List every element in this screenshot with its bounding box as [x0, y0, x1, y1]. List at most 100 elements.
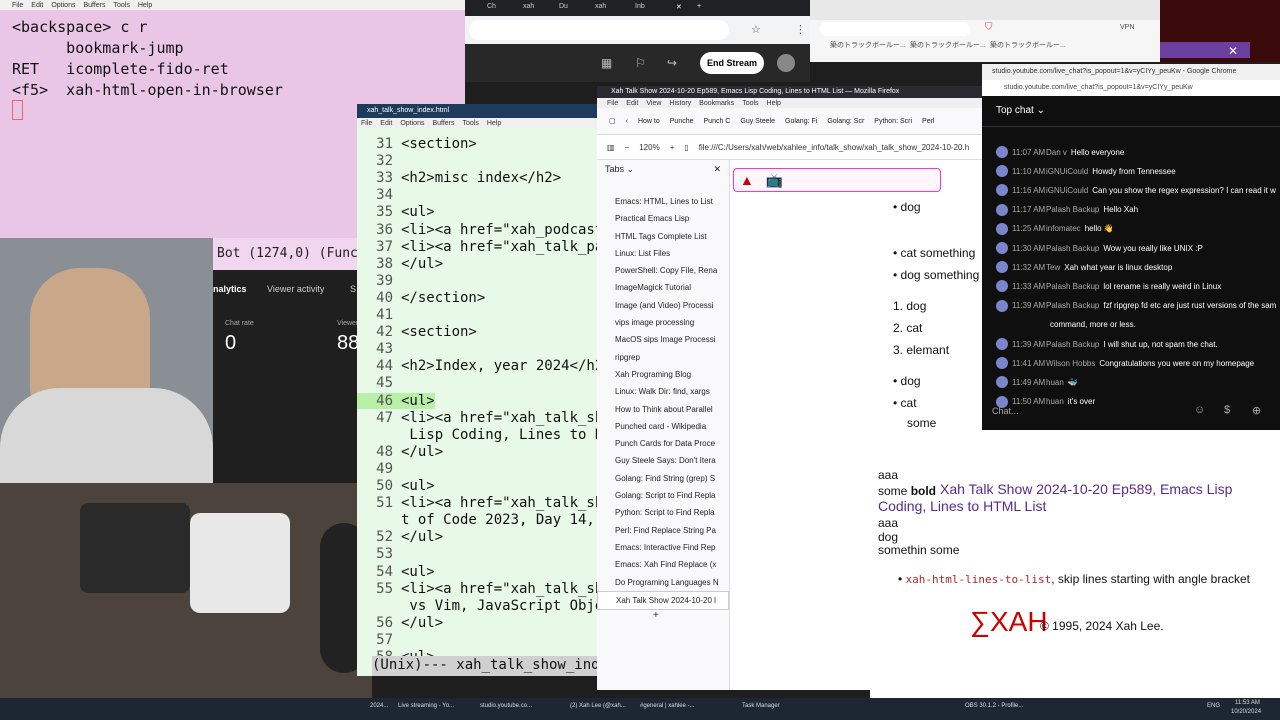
- chat-message[interactable]: 11:39 AM Palash Backup I will shut up, not…: [996, 338, 1218, 350]
- menu-dots-icon[interactable]: ⋮: [795, 23, 806, 36]
- tab-github[interactable]: Ch: [487, 3, 496, 10]
- tab-du[interactable]: Du: [559, 3, 568, 10]
- bookmark-item[interactable]: How to: [638, 118, 660, 125]
- brave-address[interactable]: [820, 22, 970, 36]
- bookmark-item[interactable]: Python: Scri: [874, 118, 912, 125]
- sidebar-tab-item[interactable]: Golang: Script to Find Repla: [597, 487, 729, 504]
- taskbar-item[interactable]: Task Manager: [742, 703, 780, 709]
- bookmark-item[interactable]: Golang: Scr: [827, 118, 864, 125]
- sidebar-tab-item[interactable]: Linux: List Files: [597, 245, 729, 262]
- clock-time[interactable]: 11:53 AM: [1235, 700, 1260, 706]
- xah-logo[interactable]: ∑XAH: [970, 606, 1048, 638]
- sidebar-tab-item[interactable]: Xah Talk Show 2024-10-20 l: [597, 590, 729, 611]
- menu-view[interactable]: View: [646, 100, 661, 107]
- sidebar-tab-item[interactable]: Xah Programing Blog: [597, 366, 729, 383]
- bookmark-item[interactable]: Golang: Fi: [785, 118, 817, 125]
- vpn-badge[interactable]: VPN: [1120, 24, 1134, 31]
- tabs-sidebar-header[interactable]: Tabs ⌄ ✕: [597, 160, 729, 179]
- address-input[interactable]: [469, 20, 729, 40]
- sidebar-tab-item[interactable]: Guy Steele Says: Don't Itera: [597, 452, 729, 469]
- tab-viewer-activity[interactable]: Viewer activity: [267, 284, 324, 294]
- menu-edit[interactable]: Edit: [31, 2, 43, 9]
- sidebar-tab-item[interactable]: Python: Script to Find Repla: [597, 504, 729, 521]
- menu-help[interactable]: Help: [767, 100, 781, 107]
- url-input[interactable]: file:///C:/Users/xah/web/xahlee_info/tal…: [699, 143, 969, 152]
- sidebar-tab-item[interactable]: Punched card - Wikipedia: [597, 418, 729, 435]
- menu-help[interactable]: Help: [138, 2, 152, 9]
- close-icon[interactable]: ✕: [1228, 44, 1238, 58]
- chat-message[interactable]: 11:10 AM iGNUiCould Howdy from Tennessee: [996, 165, 1176, 178]
- bookmark-item[interactable]: 築のトラックボールー...: [830, 40, 906, 50]
- sidebar-tab-item[interactable]: Punch Cards for Data Proce: [597, 435, 729, 452]
- menu-tools[interactable]: Tools: [463, 120, 479, 127]
- sidebar-tab-item[interactable]: HTML Tags Complete List: [597, 228, 729, 245]
- back-icon[interactable]: ‹: [626, 118, 628, 125]
- page-link[interactable]: Coding, Lines to HTML List: [878, 498, 1046, 514]
- bookmark-item[interactable]: 築のトラックボールー...: [990, 40, 1066, 50]
- menu-help[interactable]: Help: [487, 120, 501, 127]
- sidebar-tab-item[interactable]: Emacs: Interactive Find Rep: [597, 539, 729, 556]
- chat-message[interactable]: command, more or less.: [996, 319, 1136, 331]
- sidebar-tab-item[interactable]: Golang: Find String (grep) S: [597, 470, 729, 487]
- share-icon[interactable]: ↪: [667, 56, 677, 70]
- top-chat-dropdown[interactable]: Top chat ⌄: [982, 96, 1280, 127]
- taskbar-item[interactable]: 2024...: [370, 703, 388, 709]
- bookmark-icon[interactable]: ⚐: [635, 56, 646, 70]
- bookmark-item[interactable]: Guy Steele: [740, 118, 775, 125]
- sidebar-tab-item[interactable]: Emacs: Xah Find Replace (x: [597, 556, 729, 573]
- sidebar-tab-item[interactable]: vips image processing: [597, 314, 729, 331]
- sidebar-tab-item[interactable]: Linux: Walk Dir: find, xargs: [597, 383, 729, 400]
- tab-other[interactable]: S: [350, 284, 356, 294]
- clock-date[interactable]: 10/20/2024: [1231, 709, 1261, 715]
- page-link[interactable]: Xah Talk Show 2024-10-20 Ep589, Emacs Li…: [940, 481, 1232, 497]
- bookmark-item[interactable]: Perl: [922, 118, 934, 125]
- menu-tools[interactable]: Tools: [114, 2, 130, 9]
- chat-message[interactable]: 11:07 AM Dan v Hello everyone: [996, 146, 1124, 158]
- menu-bookmarks[interactable]: Bookmarks: [699, 100, 734, 107]
- menu-history[interactable]: History: [669, 100, 691, 107]
- menu-file[interactable]: File: [607, 100, 618, 107]
- emoji-icon[interactable]: ☺: [1194, 404, 1205, 416]
- chat-input[interactable]: Chat...: [992, 400, 1192, 422]
- taskbar-item[interactable]: #general | xahlee -...: [640, 703, 695, 709]
- tab-inbox[interactable]: Inb: [635, 3, 645, 10]
- avatar[interactable]: [777, 54, 795, 72]
- zoom-out-icon[interactable]: −: [625, 143, 630, 152]
- menu-tools[interactable]: Tools: [742, 100, 758, 107]
- zoom-level[interactable]: 120%: [639, 143, 659, 152]
- menu-edit[interactable]: Edit: [380, 120, 392, 127]
- tab-analytics[interactable]: nalytics: [213, 284, 247, 294]
- sidebar-toggle-icon[interactable]: ▢: [609, 117, 616, 125]
- sidebar-tab-item[interactable]: How to Think about Parallel: [597, 401, 729, 418]
- chat-message[interactable]: 11:16 AM iGNUiCould Can you show the regex…: [996, 184, 1276, 197]
- sidebar-tab-item[interactable]: MacOS sips Image Processi: [597, 331, 729, 348]
- menu-buffers[interactable]: Buffers: [83, 2, 105, 9]
- bookmark-item[interactable]: Punche: [670, 118, 694, 125]
- menu-buffers[interactable]: Buffers: [432, 120, 454, 127]
- sidebar-tab-item[interactable]: Perl: Find Replace String Pa: [597, 522, 729, 539]
- menu-options[interactable]: Options: [51, 2, 75, 9]
- new-tab-icon[interactable]: +: [697, 3, 701, 10]
- menu-file[interactable]: File: [361, 120, 372, 127]
- taskbar-item[interactable]: studio.youtube.co...: [480, 703, 532, 709]
- sidebar-tab-item[interactable]: Image (and Video) Processi: [597, 297, 729, 314]
- back-to-show-button[interactable]: ▲ 📺: [733, 168, 941, 192]
- chat-message[interactable]: 11:41 AM Wilson Hobbs Congratulations you …: [996, 357, 1254, 370]
- tab-xah[interactable]: xah: [523, 3, 534, 10]
- zoom-in-icon[interactable]: +: [670, 143, 675, 152]
- menu-file[interactable]: File: [12, 2, 23, 9]
- sidebar-tab-item[interactable]: ImageMagick Tutorial: [597, 279, 729, 296]
- menu-edit[interactable]: Edit: [626, 100, 638, 107]
- chat-message[interactable]: 11:25 AM infomatec hello 👋: [996, 222, 1114, 235]
- sidebar-tab-item[interactable]: Do Programing Languages N: [597, 574, 729, 591]
- super-chat-icon[interactable]: $: [1224, 404, 1230, 416]
- bookmark-item[interactable]: Punch C: [704, 118, 731, 125]
- tab-xah2[interactable]: xah: [595, 3, 606, 10]
- menu-options[interactable]: Options: [400, 120, 424, 127]
- bookmark-item[interactable]: 築のトラックボールー...: [910, 40, 986, 50]
- chat-message[interactable]: 11:17 AM Palash Backup Hello Xah: [996, 203, 1138, 216]
- sidebar-tab-item[interactable]: ripgrep: [597, 349, 729, 366]
- chat-message[interactable]: 11:39 AM Palash Backup fzf ripgrep fd etc …: [996, 299, 1276, 312]
- add-icon[interactable]: ⊕: [1252, 404, 1261, 417]
- chat-url[interactable]: studio.youtube.com/live_chat?is_popout=1…: [982, 80, 1280, 96]
